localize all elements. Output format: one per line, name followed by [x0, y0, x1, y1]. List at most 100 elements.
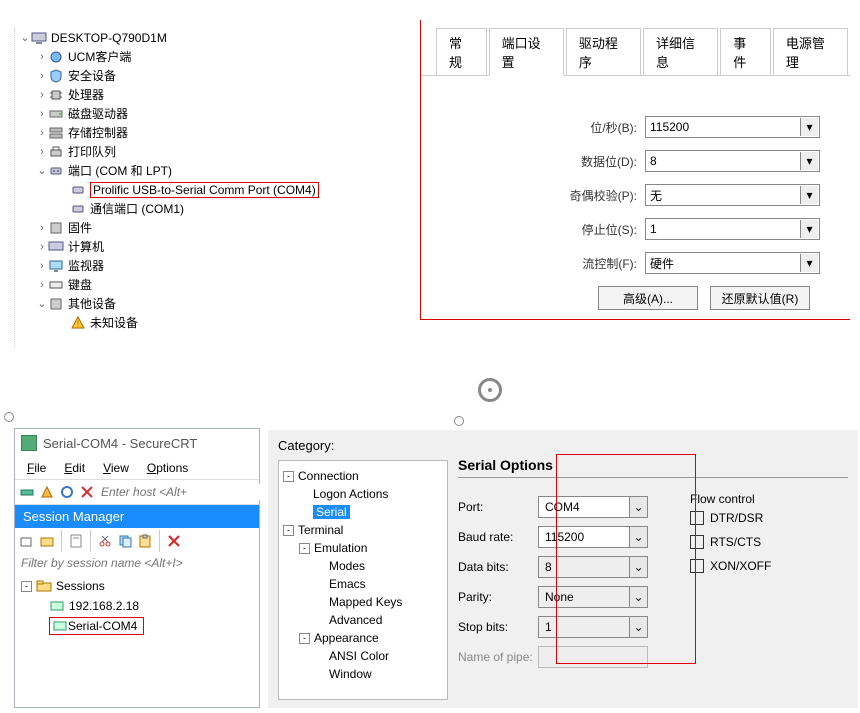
host-input[interactable] [99, 484, 260, 500]
databits-select[interactable]: 8▾ [645, 150, 820, 172]
prolific-port-node[interactable]: Prolific USB-to-Serial Comm Port (COM4) [19, 180, 404, 199]
expand-icon[interactable]: › [36, 260, 48, 272]
expand-icon[interactable]: › [36, 70, 48, 82]
com1-node[interactable]: 通信端口 (COM1) [19, 199, 404, 218]
expand-icon[interactable]: › [36, 108, 48, 120]
baud-label: 位/秒(B): [590, 119, 637, 136]
ansi-node[interactable]: ANSI Color [283, 647, 443, 665]
stopbits-select[interactable]: 1⌄ [538, 616, 648, 638]
terminal-node[interactable]: -Terminal [283, 521, 443, 539]
dropdown-icon: ▾ [800, 118, 818, 136]
quick-connect-icon[interactable] [39, 482, 55, 502]
monitor-node[interactable]: ›监视器 [19, 256, 404, 275]
sessions-root-node[interactable]: - Sessions [21, 576, 253, 596]
keyboard-icon [48, 277, 64, 293]
expand-icon[interactable]: › [36, 241, 48, 253]
copy-icon[interactable] [117, 533, 133, 549]
expand-icon[interactable]: › [36, 127, 48, 139]
delete-icon[interactable] [166, 533, 182, 549]
securecrt-window: Serial-COM4 - SecureCRT File Edit View O… [14, 428, 260, 708]
menu-edit[interactable]: Edit [64, 461, 85, 475]
collapse-box-icon[interactable]: - [283, 525, 294, 536]
expand-icon[interactable]: › [36, 222, 48, 234]
expand-icon[interactable]: › [36, 146, 48, 158]
connection-node[interactable]: -Connection [283, 467, 443, 485]
session-toolbar [15, 528, 259, 554]
firmware-node[interactable]: ›固件 [19, 218, 404, 237]
printq-node[interactable]: ›打印队列 [19, 142, 404, 161]
dropdown-icon: ▾ [800, 152, 818, 170]
new-session-icon[interactable] [19, 533, 35, 549]
stopbits-select[interactable]: 1▾ [645, 218, 820, 240]
appearance-node[interactable]: -Appearance [283, 629, 443, 647]
logon-node[interactable]: Logon Actions [283, 485, 443, 503]
tab-driver[interactable]: 驱动程序 [566, 28, 641, 76]
menu-file[interactable]: File [27, 461, 46, 475]
cut-icon[interactable] [97, 533, 113, 549]
modes-node[interactable]: Modes [283, 557, 443, 575]
stopbits-label: 停止位(S): [582, 221, 637, 238]
paste-icon[interactable] [137, 533, 153, 549]
emacs-node[interactable]: Emacs [283, 575, 443, 593]
disk-node[interactable]: ›磁盘驱动器 [19, 104, 404, 123]
tab-general[interactable]: 常规 [436, 28, 487, 76]
storage-node[interactable]: ›存储控制器 [19, 123, 404, 142]
ports-node[interactable]: ⌄端口 (COM 和 LPT) [19, 161, 404, 180]
menu-options[interactable]: Options [147, 461, 188, 475]
collapse-icon[interactable]: ⌄ [36, 297, 48, 310]
session-item[interactable]: 192.168.2.18 [21, 596, 253, 616]
resize-handle-icon[interactable] [478, 378, 502, 402]
window-node[interactable]: Window [283, 665, 443, 683]
ucm-node[interactable]: ›UCM客户端 [19, 47, 404, 66]
advanced-button[interactable]: 高级(A)... [598, 286, 698, 310]
collapse-icon[interactable]: ⌄ [19, 31, 31, 44]
flow-label: 流控制(F): [582, 255, 637, 272]
dropdown-icon: ⌄ [629, 557, 647, 577]
collapse-box-icon[interactable]: - [21, 581, 32, 592]
emulation-node[interactable]: -Emulation [283, 539, 443, 557]
computer-node[interactable]: ⌄ DESKTOP-Q790D1M [19, 28, 404, 47]
disconnect-icon[interactable] [79, 482, 95, 502]
tab-events[interactable]: 事件 [720, 28, 771, 76]
collapse-box-icon[interactable]: - [299, 633, 310, 644]
session-item-selected[interactable]: Serial-COM4 [21, 616, 253, 636]
tab-port-settings[interactable]: 端口设置 [489, 28, 564, 76]
parity-select[interactable]: None⌄ [538, 586, 648, 608]
port-select[interactable]: COM4⌄ [538, 496, 648, 518]
rts-checkbox[interactable]: RTS/CTS [690, 530, 820, 554]
collapse-box-icon[interactable]: - [283, 471, 294, 482]
collapse-box-icon[interactable]: - [299, 543, 310, 554]
databits-select[interactable]: 8⌄ [538, 556, 648, 578]
new-folder-icon[interactable] [39, 533, 55, 549]
tab-power[interactable]: 电源管理 [773, 28, 848, 76]
expand-icon[interactable]: › [36, 89, 48, 101]
computer2-node[interactable]: ›计算机 [19, 237, 404, 256]
mapped-node[interactable]: Mapped Keys [283, 593, 443, 611]
baud-select[interactable]: 115200▾ [645, 116, 820, 138]
databits-label: Data bits: [458, 560, 538, 574]
unknown-device-node[interactable]: !未知设备 [19, 313, 404, 332]
properties-icon[interactable] [68, 533, 84, 549]
other-node[interactable]: ⌄其他设备 [19, 294, 404, 313]
connect-icon[interactable] [19, 482, 35, 502]
session-filter-input[interactable] [15, 554, 259, 572]
collapse-icon[interactable]: ⌄ [36, 164, 48, 177]
tab-details[interactable]: 详细信息 [643, 28, 718, 76]
reconnect-icon[interactable] [59, 482, 75, 502]
cpu-node[interactable]: ›处理器 [19, 85, 404, 104]
menu-view[interactable]: View [103, 461, 129, 475]
security-node[interactable]: ›安全设备 [19, 66, 404, 85]
port-settings-body: 位/秒(B):115200▾ 数据位(D):8▾ 奇偶校验(P):无▾ 停止位(… [421, 75, 850, 320]
dropdown-icon: ⌄ [629, 587, 647, 607]
baud-select[interactable]: 115200⌄ [538, 526, 648, 548]
restore-defaults-button[interactable]: 还原默认值(R) [710, 286, 810, 310]
keyboard-node[interactable]: ›键盘 [19, 275, 404, 294]
xon-checkbox[interactable]: XON/XOFF [690, 554, 820, 578]
flow-select[interactable]: 硬件▾ [645, 252, 820, 274]
advanced-node[interactable]: Advanced [283, 611, 443, 629]
parity-select[interactable]: 无▾ [645, 184, 820, 206]
expand-icon[interactable]: › [36, 279, 48, 291]
serial-node[interactable]: Serial [283, 503, 443, 521]
dtr-checkbox[interactable]: DTR/DSR [690, 506, 820, 530]
expand-icon[interactable]: › [36, 51, 48, 63]
